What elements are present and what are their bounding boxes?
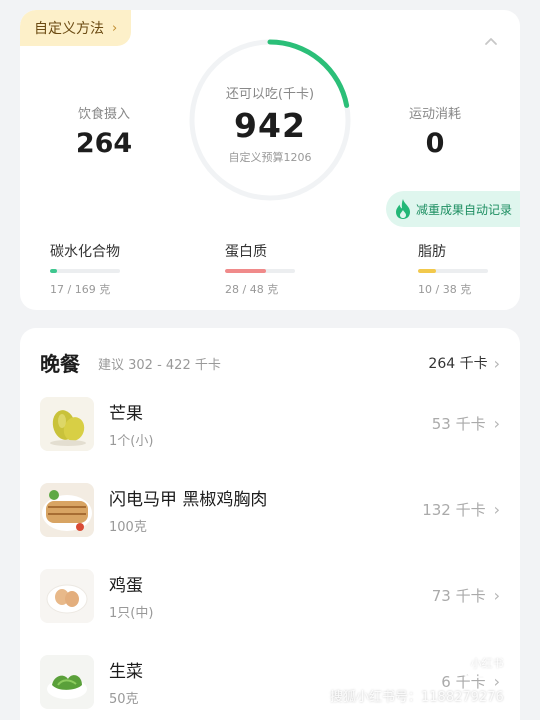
remaining-label: 还可以吃(千卡) bbox=[225, 87, 315, 102]
food-item[interactable]: 芒果 1个(小) 53 千卡 › bbox=[20, 397, 520, 483]
macro-fat-value: 10 / 38 克 bbox=[418, 283, 472, 296]
dinner-card: 晚餐 建议 302 - 422 千卡 264 千卡 › 芒果 1个(小) 53 … bbox=[20, 328, 520, 720]
food-calories-value: 73 千卡 bbox=[431, 587, 486, 605]
macro-protein-value: 28 / 48 克 bbox=[225, 283, 279, 296]
meal-total-value: 264 千卡 bbox=[428, 356, 488, 372]
chevron-right-icon: › bbox=[493, 586, 500, 605]
macro-protein-name: 蛋白质 bbox=[225, 244, 267, 260]
food-name: 鸡蛋 bbox=[109, 576, 143, 596]
burn-label: 运动消耗 bbox=[408, 107, 461, 122]
macro-carbs-bar bbox=[50, 269, 120, 273]
macro-fat-fill bbox=[418, 269, 437, 273]
dinner-header[interactable]: 晚餐 建议 302 - 422 千卡 264 千卡 › bbox=[20, 328, 520, 392]
custom-method-button[interactable]: 自定义方法 › bbox=[20, 10, 132, 46]
food-calories: 73 千卡 › bbox=[432, 585, 500, 606]
method-tag-label: 自定义方法 bbox=[34, 21, 104, 37]
watermark-logo: 小红书 bbox=[458, 650, 516, 678]
egg-photo-icon bbox=[40, 569, 94, 623]
macro-protein-bar bbox=[225, 269, 295, 273]
meal-suggestion: 建议 302 - 422 千卡 bbox=[98, 358, 221, 373]
food-calories: 132 千卡 › bbox=[422, 499, 500, 520]
macro-fat-name: 脂肪 bbox=[418, 244, 446, 260]
auto-record-button[interactable]: 减重成果自动记录 bbox=[385, 191, 520, 227]
macro-protein: 蛋白质 28 / 48 克 bbox=[225, 241, 335, 297]
burn-value: 0 bbox=[425, 128, 445, 159]
budget-text: 自定义预算1206 bbox=[228, 151, 312, 164]
chevron-right-icon: › bbox=[112, 20, 118, 36]
macro-carbs-value: 17 / 169 克 bbox=[50, 283, 111, 296]
food-name: 芒果 bbox=[109, 404, 143, 424]
intake-value: 264 bbox=[75, 128, 133, 159]
food-quantity: 1只(中) bbox=[109, 606, 154, 621]
flame-icon bbox=[395, 199, 410, 219]
macro-fat: 脂肪 10 / 38 克 bbox=[418, 241, 520, 297]
chevron-right-icon: › bbox=[493, 414, 500, 433]
meal-total[interactable]: 264 千卡 › bbox=[428, 353, 500, 373]
macro-carbs-fill bbox=[50, 269, 57, 273]
macro-carbs-name: 碳水化合物 bbox=[50, 244, 120, 260]
auto-record-label: 减重成果自动记录 bbox=[415, 202, 512, 217]
chevron-right-icon: › bbox=[493, 353, 500, 373]
food-calories: 53 千卡 › bbox=[432, 413, 500, 434]
food-quantity: 1个(小) bbox=[109, 434, 154, 449]
food-calories-value: 132 千卡 bbox=[422, 501, 486, 519]
mango-photo-icon bbox=[40, 397, 94, 451]
burn-stat: 运动消耗 0 bbox=[375, 103, 495, 159]
food-quantity: 100克 bbox=[109, 520, 147, 535]
lettuce-photo-icon bbox=[40, 655, 94, 709]
food-item[interactable]: 鸡蛋 1只(中) 73 千卡 › bbox=[20, 569, 520, 655]
watermark-text: 搜狐小红书号：1188279276 bbox=[330, 690, 504, 705]
meal-title: 晚餐 bbox=[40, 352, 80, 376]
food-item[interactable]: 闪电马甲 黑椒鸡胸肉 100克 132 千卡 › bbox=[20, 483, 520, 569]
chevron-up-icon[interactable] bbox=[484, 34, 498, 48]
macro-fat-bar bbox=[418, 269, 488, 273]
macro-carbs: 碳水化合物 17 / 169 克 bbox=[50, 241, 160, 297]
nutrition-summary-card: 自定义方法 › 饮食摄入 264 还可以吃(千卡) 942 自定义预算1206 … bbox=[20, 10, 520, 310]
macro-protein-fill bbox=[225, 269, 266, 273]
calorie-ring: 还可以吃(千卡) 942 自定义预算1206 bbox=[188, 38, 352, 202]
remaining-value: 942 bbox=[234, 106, 306, 145]
chevron-right-icon: › bbox=[493, 500, 500, 519]
food-name: 闪电马甲 黑椒鸡胸肉 bbox=[109, 490, 268, 510]
food-name: 生菜 bbox=[109, 662, 143, 682]
food-quantity: 50克 bbox=[109, 692, 139, 707]
chicken-breast-photo-icon bbox=[40, 483, 94, 537]
food-calories-value: 53 千卡 bbox=[431, 415, 486, 433]
intake-stat: 饮食摄入 264 bbox=[44, 103, 164, 159]
intake-label: 饮食摄入 bbox=[77, 107, 130, 122]
